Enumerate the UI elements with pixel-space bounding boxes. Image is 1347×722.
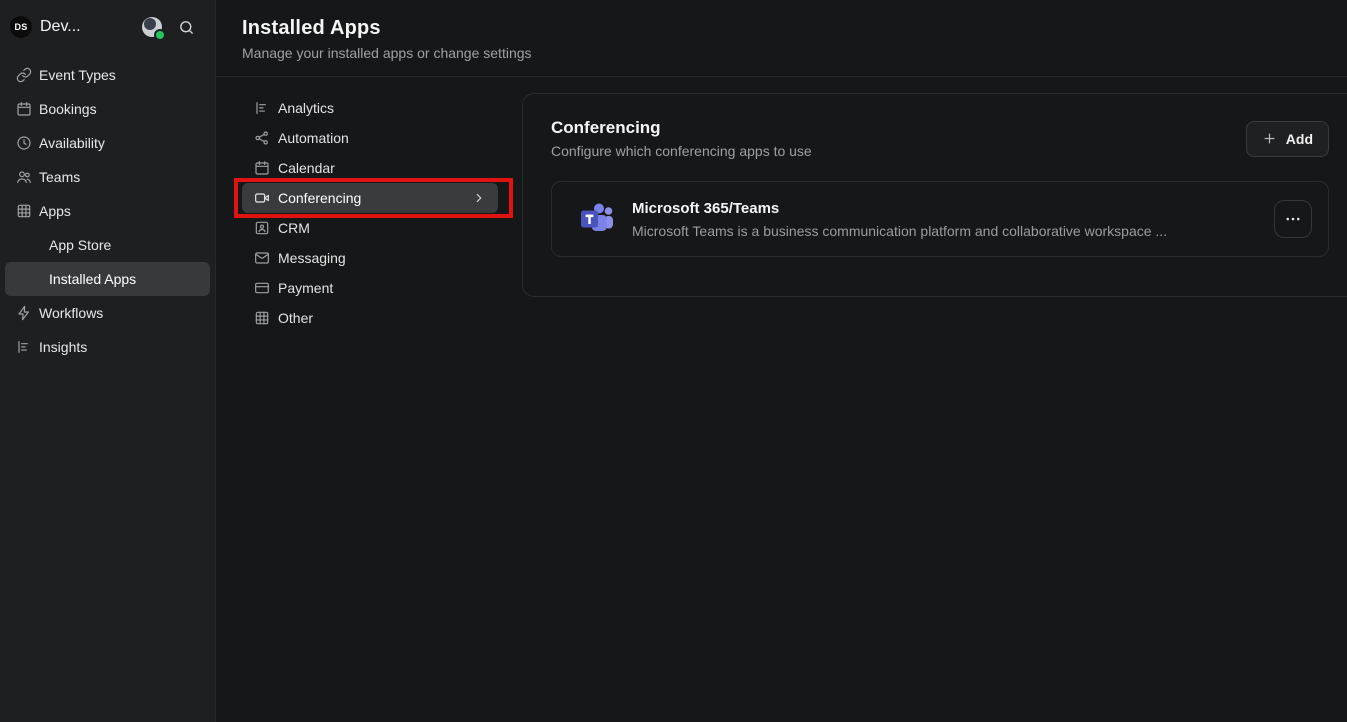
conferencing-panel: Conferencing Configure which conferencin…: [522, 93, 1347, 297]
app-options-button[interactable]: [1274, 200, 1312, 238]
workspace-badge: DS: [10, 16, 32, 38]
main-content: Installed Apps Manage your installed app…: [216, 0, 1347, 722]
page-header: Installed Apps Manage your installed app…: [216, 0, 1347, 77]
chevron-right-icon: [472, 191, 486, 205]
page-title: Installed Apps: [242, 17, 1323, 40]
zap-icon: [16, 305, 32, 321]
calendar-icon: [16, 101, 32, 117]
app-card-text: Microsoft 365/Teams Microsoft Teams is a…: [632, 200, 1167, 239]
sidebar-item-label: Workflows: [39, 305, 103, 321]
video-icon: [254, 190, 270, 206]
user-avatar[interactable]: [142, 17, 162, 37]
category-conferencing[interactable]: Conferencing: [242, 183, 498, 213]
sidebar-item-apps[interactable]: Apps: [5, 194, 210, 228]
sidebar-item-insights[interactable]: Insights: [5, 330, 210, 364]
chart-icon: [16, 339, 32, 355]
sidebar-item-label: Event Types: [39, 67, 116, 83]
page-subtitle: Manage your installed apps or change set…: [242, 45, 1323, 61]
category-label: Conferencing: [278, 190, 361, 206]
grid-icon: [16, 203, 32, 219]
workspace-name: Dev...: [40, 18, 81, 36]
category-calendar[interactable]: Calendar: [242, 153, 498, 183]
credit-card-icon: [254, 280, 270, 296]
sidebar-item-teams[interactable]: Teams: [5, 160, 210, 194]
category-payment[interactable]: Payment: [242, 273, 498, 303]
content-area: Analytics Automation Calendar Conferen: [216, 77, 1347, 333]
search-button[interactable]: [178, 19, 195, 36]
sidebar-item-label: Insights: [39, 339, 87, 355]
grid-icon: [254, 310, 270, 326]
sidebar-item-label: Apps: [39, 203, 71, 219]
category-label: Messaging: [278, 250, 346, 266]
sidebar-item-installed-apps[interactable]: Installed Apps: [5, 262, 210, 296]
panel-subtitle: Configure which conferencing apps to use: [551, 143, 812, 159]
sidebar-item-label: Availability: [39, 135, 105, 151]
category-label: Analytics: [278, 100, 334, 116]
link-icon: [16, 67, 32, 83]
sidebar-item-label: Teams: [39, 169, 80, 185]
add-button[interactable]: Add: [1246, 121, 1329, 157]
app-card-microsoft-teams: Microsoft 365/Teams Microsoft Teams is a…: [551, 181, 1329, 257]
share-icon: [254, 130, 270, 146]
users-icon: [16, 169, 32, 185]
chart-icon: [254, 100, 270, 116]
sidebar-nav: Event Types Bookings Availability Teams …: [0, 58, 215, 364]
category-analytics[interactable]: Analytics: [242, 93, 498, 123]
sidebar-item-bookings[interactable]: Bookings: [5, 92, 210, 126]
panel-title: Conferencing: [551, 118, 812, 138]
sidebar-item-label: Installed Apps: [49, 271, 136, 287]
add-button-label: Add: [1286, 131, 1313, 147]
category-other[interactable]: Other: [242, 303, 498, 333]
category-automation[interactable]: Automation: [242, 123, 498, 153]
app-category-list: Analytics Automation Calendar Conferen: [242, 93, 498, 333]
ellipsis-icon: [1284, 210, 1302, 228]
search-icon: [178, 19, 195, 36]
clock-icon: [16, 135, 32, 151]
category-label: Calendar: [278, 160, 335, 176]
sidebar-item-app-store[interactable]: App Store: [5, 228, 210, 262]
sidebar-item-label: App Store: [49, 237, 111, 253]
plus-icon: [1262, 131, 1277, 146]
mail-icon: [254, 250, 270, 266]
online-status-dot: [154, 29, 166, 41]
category-label: Other: [278, 310, 313, 326]
category-label: CRM: [278, 220, 310, 236]
panel-header-text: Conferencing Configure which conferencin…: [551, 118, 812, 159]
calendar-icon: [254, 160, 270, 176]
sidebar-item-label: Bookings: [39, 101, 97, 117]
category-label: Automation: [278, 130, 349, 146]
category-label: Payment: [278, 280, 333, 296]
sidebar-item-workflows[interactable]: Workflows: [5, 296, 210, 330]
sidebar-item-event-types[interactable]: Event Types: [5, 58, 210, 92]
panel-header: Conferencing Configure which conferencin…: [523, 94, 1347, 159]
app-description: Microsoft Teams is a business communicat…: [632, 223, 1167, 239]
workspace-switcher[interactable]: DS Dev...: [0, 12, 215, 42]
avatar-image: [144, 18, 156, 30]
microsoft-teams-logo: [578, 200, 616, 238]
category-messaging[interactable]: Messaging: [242, 243, 498, 273]
sidebar-item-availability[interactable]: Availability: [5, 126, 210, 160]
sidebar: DS Dev... Event Types Bookings: [0, 0, 216, 722]
category-crm[interactable]: CRM: [242, 213, 498, 243]
contact-icon: [254, 220, 270, 236]
app-name: Microsoft 365/Teams: [632, 200, 1167, 217]
